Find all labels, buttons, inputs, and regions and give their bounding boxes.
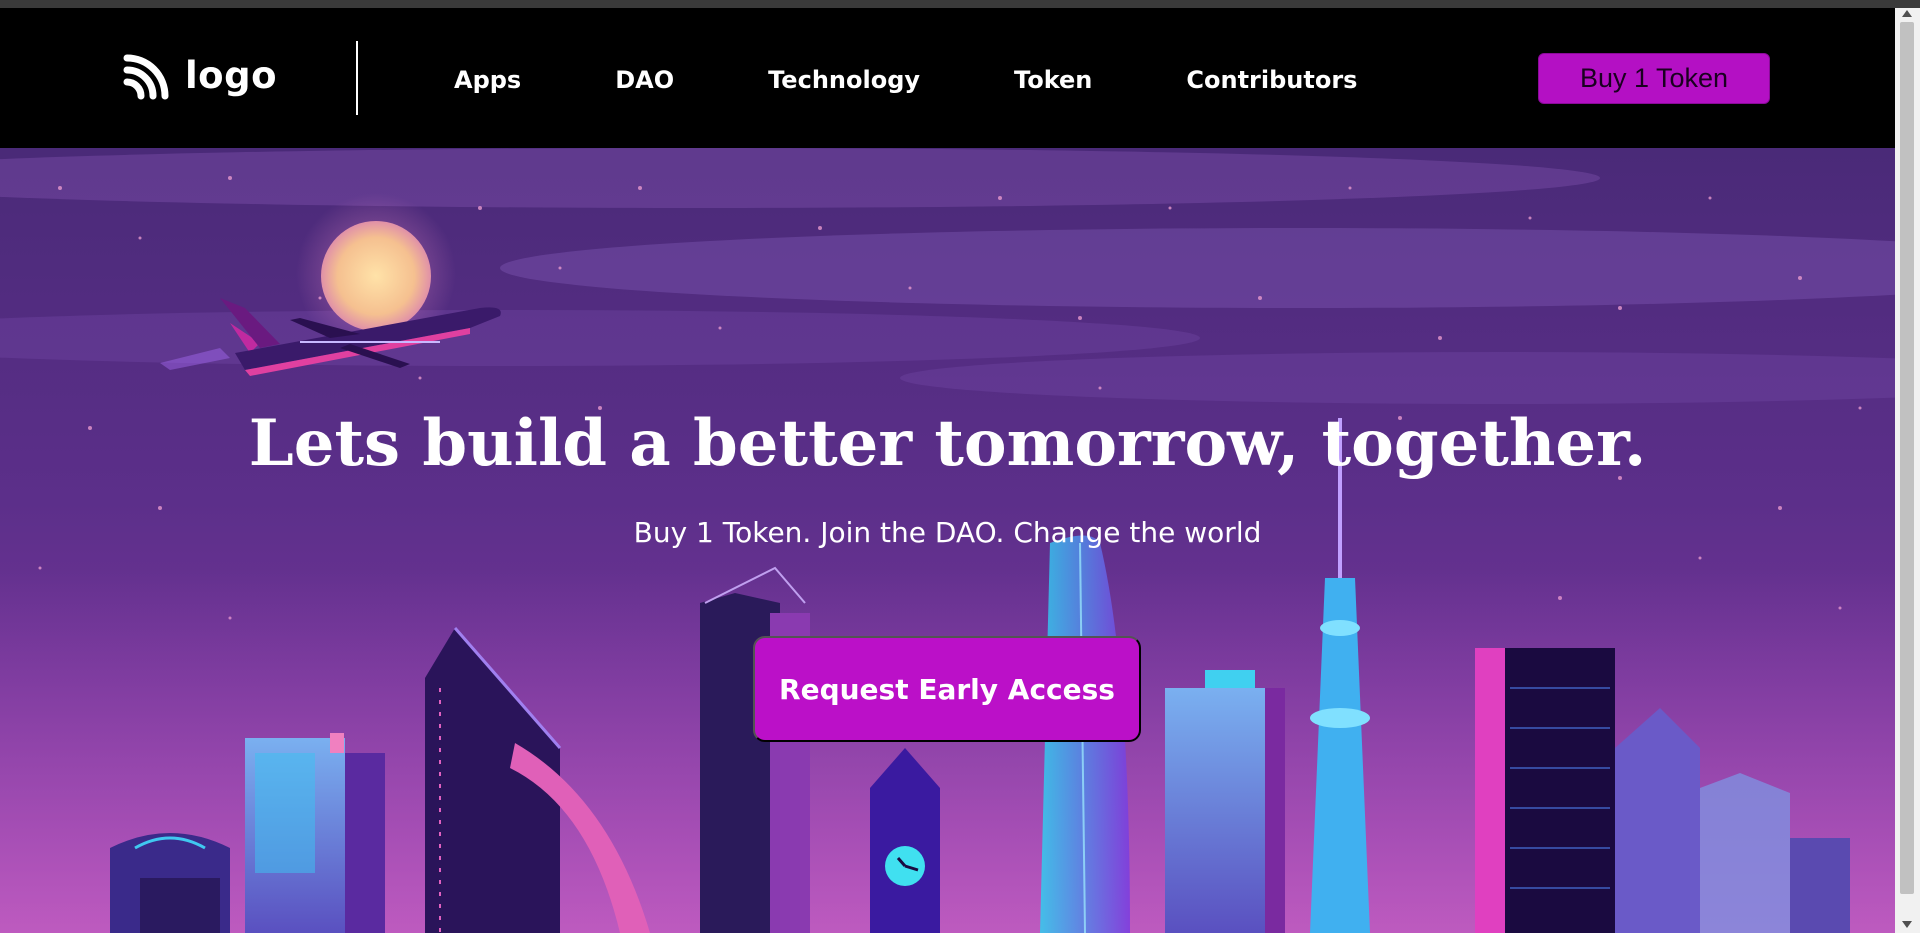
nav-link-dao[interactable]: DAO (615, 66, 674, 94)
nav-link-technology[interactable]: Technology (768, 66, 920, 94)
page-viewport: logo Apps DAO Technology Token Contribut… (0, 8, 1895, 933)
logo-text: logo (185, 53, 278, 97)
scroll-up-arrow-icon[interactable] (1902, 10, 1912, 17)
hero-section: Lets build a better tomorrow, together. … (0, 148, 1895, 933)
nav-link-contributors[interactable]: Contributors (1186, 66, 1357, 94)
navbar: logo Apps DAO Technology Token Contribut… (0, 8, 1895, 148)
scrollbar-thumb[interactable] (1900, 22, 1914, 894)
vertical-scrollbar[interactable] (1895, 8, 1920, 933)
window-top-border (0, 0, 1920, 8)
logo-icon (123, 54, 169, 100)
request-early-access-button[interactable]: Request Early Access (753, 636, 1141, 742)
nav-link-apps[interactable]: Apps (454, 66, 521, 94)
scroll-down-arrow-icon[interactable] (1902, 921, 1912, 928)
hero-title: Lets build a better tomorrow, together. (248, 406, 1647, 481)
nav-link-token[interactable]: Token (1014, 66, 1092, 94)
nav-divider (356, 41, 358, 115)
main-nav: Apps DAO Technology Token Contributors (454, 66, 1357, 94)
buy-token-button[interactable]: Buy 1 Token (1538, 53, 1770, 104)
logo[interactable]: logo (123, 50, 277, 100)
hero-subtitle: Buy 1 Token. Join the DAO. Change the wo… (633, 516, 1262, 549)
